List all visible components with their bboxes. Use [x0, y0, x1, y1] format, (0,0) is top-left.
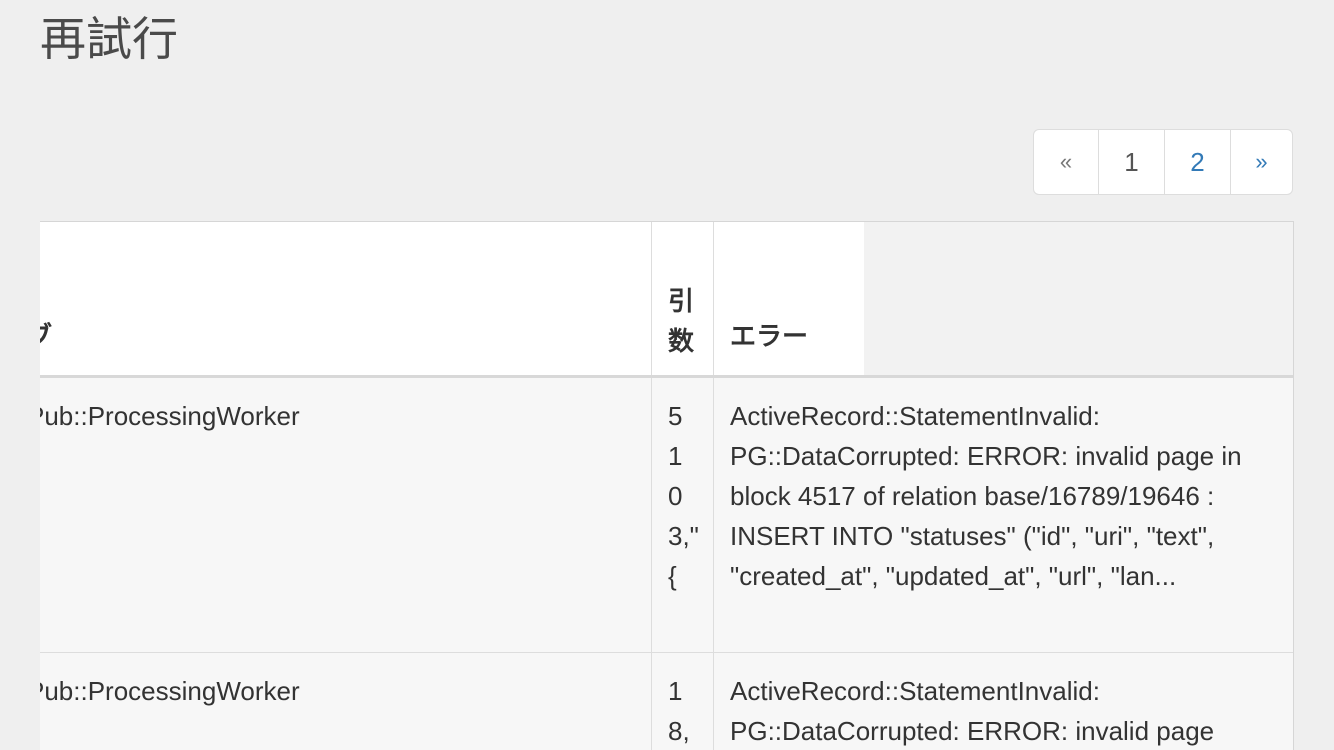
args-cell: 18, — [652, 653, 714, 750]
args-column-header-label: 引数 — [668, 287, 695, 357]
error-cell: ActiveRecord::StatementInvalid: PG::Data… — [730, 401, 1242, 591]
pagination-page-1-link[interactable]: 1 — [1098, 130, 1164, 194]
args-value: 18, — [668, 676, 690, 746]
args-column-header: 引数 — [652, 222, 714, 375]
args-value: 5103,"{ — [668, 401, 699, 591]
job-cell: vityPub::ProcessingWorker — [40, 378, 652, 652]
table-header-row: ブ 引数 エラー — [40, 222, 1293, 378]
retries-page: 再試行 « 1 2 » ブ 引数 エラー vityPub::Processing… — [0, 0, 1334, 750]
retries-table: ブ 引数 エラー vityPub::ProcessingWorker 5103,… — [40, 221, 1294, 750]
page-title: 再試行 — [40, 12, 178, 66]
job-name-link[interactable]: vityPub::ProcessingWorker — [40, 671, 300, 711]
pagination: « 1 2 » — [1033, 129, 1293, 195]
error-cell: ActiveRecord::StatementInvalid: PG::Data… — [730, 676, 1215, 746]
args-cell: 5103,"{ — [652, 378, 714, 652]
job-cell: vityPub::ProcessingWorker — [40, 653, 652, 750]
pagination-next-link[interactable]: » — [1230, 130, 1292, 194]
table-row[interactable]: vityPub::ProcessingWorker 18, ActiveReco… — [40, 653, 1293, 750]
table-row[interactable]: vityPub::ProcessingWorker 5103,"{ Active… — [40, 378, 1293, 653]
error-column-header: エラー — [714, 222, 864, 375]
job-column-header-label: ブ — [40, 316, 52, 353]
job-column-header: ブ — [40, 222, 652, 375]
job-name-link[interactable]: vityPub::ProcessingWorker — [40, 396, 300, 436]
pagination-page-2-link[interactable]: 2 — [1164, 130, 1230, 194]
error-column-header-label: エラー — [730, 322, 809, 352]
pagination-prev-link[interactable]: « — [1034, 130, 1098, 194]
